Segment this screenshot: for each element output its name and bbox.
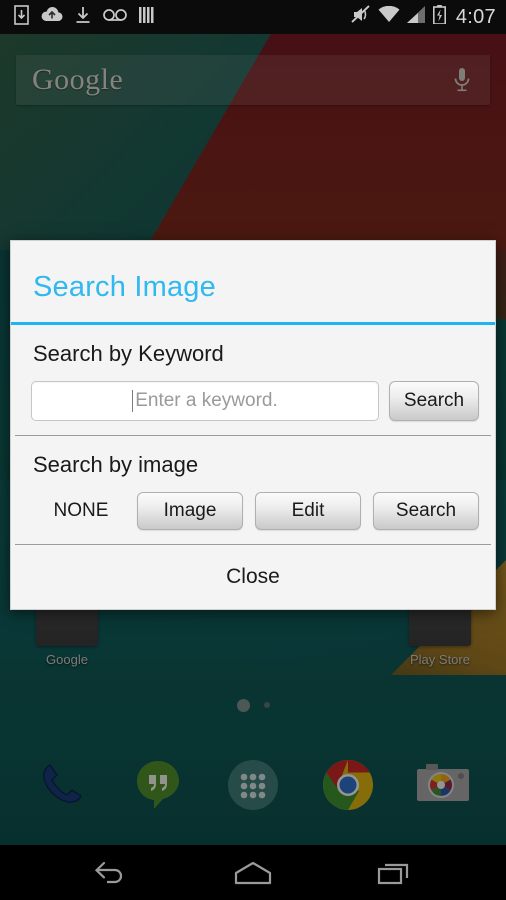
text-caret	[132, 390, 134, 412]
keyword-input-placeholder: Enter a keyword.	[135, 390, 278, 411]
image-section: Search by image NONE Image Edit Search	[11, 436, 495, 544]
image-section-heading: Search by image	[33, 452, 199, 477]
image-search-button[interactable]: Search	[373, 492, 479, 530]
edit-image-button[interactable]: Edit	[255, 492, 361, 530]
dialog-title: Search Image	[33, 271, 216, 303]
close-button-label: Close	[226, 565, 280, 588]
wifi-icon	[378, 5, 400, 28]
choose-image-button[interactable]: Image	[137, 492, 243, 530]
selected-image-label: NONE	[53, 500, 109, 521]
dialog-header: Search Image	[11, 241, 495, 322]
voicemail-icon	[103, 8, 127, 27]
keyword-section-heading: Search by Keyword	[33, 341, 224, 366]
status-clock: 4:07	[455, 5, 496, 28]
back-button[interactable]	[80, 853, 142, 893]
volume-mute-icon	[351, 5, 371, 29]
cellular-signal-icon	[406, 6, 426, 28]
battery-charging-icon	[432, 5, 446, 29]
navigation-bar	[0, 845, 506, 900]
status-right-icons: 4:07	[351, 5, 496, 29]
cloud-upload-icon	[41, 6, 63, 28]
search-image-dialog: Search Image Search by Keyword Enter a k…	[10, 240, 496, 610]
android-screen: Google Google Play Store 4:07 Search Ima…	[0, 0, 506, 900]
status-left-icons	[14, 4, 351, 30]
save-to-device-icon	[14, 4, 29, 30]
keyword-search-button[interactable]: Search	[389, 381, 479, 421]
close-button[interactable]: Close	[11, 545, 495, 609]
image-row: NONE Image Edit Search	[27, 492, 479, 530]
recents-button[interactable]	[364, 853, 426, 893]
download-icon	[75, 6, 91, 29]
keyword-section: Search by Keyword Enter a keyword. Searc…	[11, 325, 495, 435]
home-button[interactable]	[222, 853, 284, 893]
status-bar: 4:07	[0, 0, 506, 34]
keyword-input[interactable]: Enter a keyword.	[31, 381, 379, 421]
equalizer-bars-icon	[139, 6, 157, 29]
keyword-row: Enter a keyword. Search	[27, 381, 479, 421]
